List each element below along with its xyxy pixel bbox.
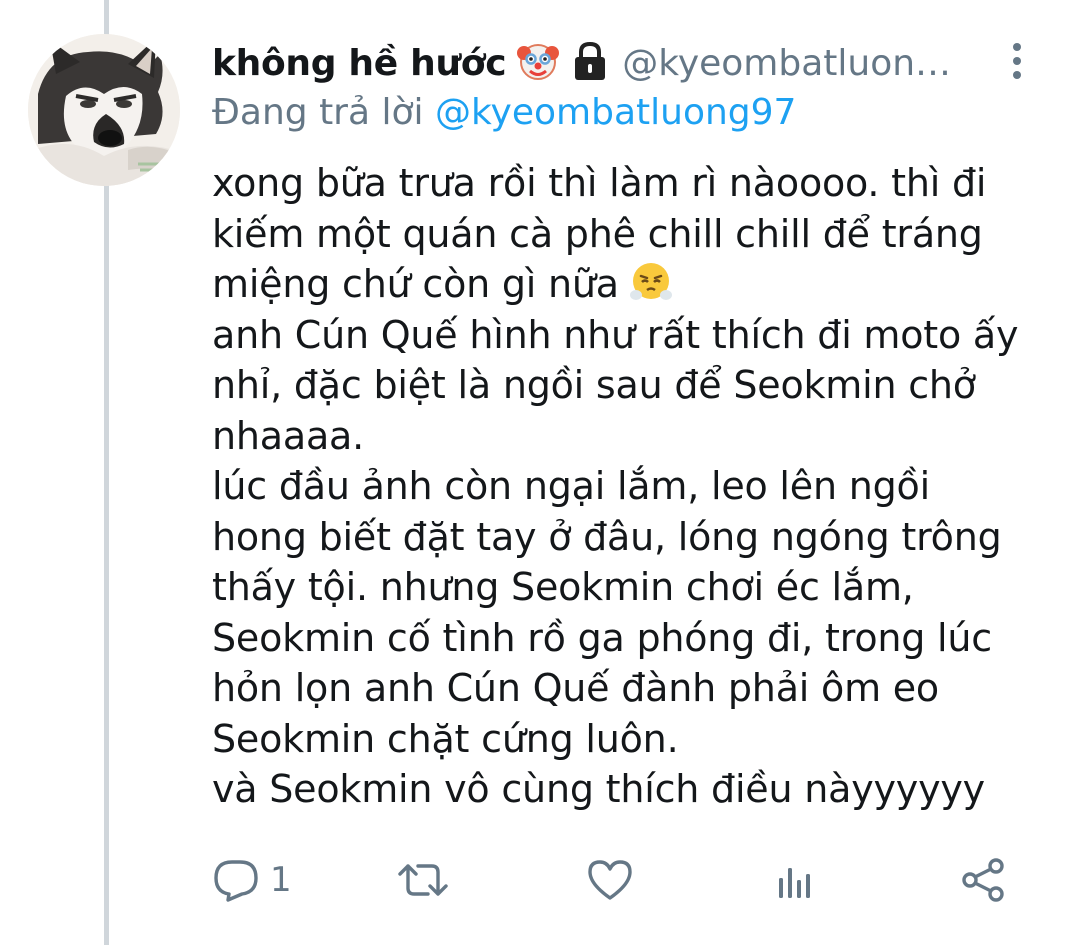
- tweet-text-line: hong biết đặt tay ở đâu, lóng ngóng trôn…: [212, 514, 1002, 559]
- share-icon: [960, 858, 1006, 902]
- handle[interactable]: @kyeombatluon…: [622, 43, 951, 84]
- analytics-icon: [774, 860, 814, 900]
- tweet-actions: 1: [212, 852, 1032, 908]
- clown-face-emoji: [516, 39, 560, 87]
- like-button[interactable]: [586, 852, 634, 908]
- avatar[interactable]: [28, 34, 180, 186]
- tweet-header: không hề hước @kyeombatluon…: [212, 36, 1002, 90]
- heart-icon: [586, 858, 634, 902]
- tweet-text-line-content: miệng chứ còn gì nữa: [212, 262, 619, 306]
- display-name[interactable]: không hề hước: [212, 43, 507, 84]
- tweet-text-line: nhỉ, đặc biệt là ngồi sau để Seokmin chở: [212, 363, 976, 407]
- reply-context: Đang trả lời @kyeombatluong97: [212, 92, 796, 133]
- tweet-text-line: Seokmin chặt cứng luôn.: [212, 716, 679, 761]
- analytics-button[interactable]: [774, 852, 814, 908]
- retweet-icon: [396, 860, 450, 900]
- reply-prefix: Đang trả lời: [212, 92, 424, 133]
- tweet-text-line: thấy tội. nhưng Seokmin chơi éc lắm,: [212, 565, 914, 609]
- reply-icon: [212, 858, 260, 902]
- tweet-text-line: hỏn lọn anh Cún Quế đành phải ôm eo: [212, 666, 939, 710]
- lock-icon: [570, 40, 610, 86]
- tweet-text-line: nhaaaa.: [212, 413, 364, 458]
- tweet-text-line: xong bữa trưa rồi thì làm rì nàoooo. thì…: [212, 161, 987, 205]
- reply-count: 1: [270, 860, 292, 900]
- tweet-text-line: anh Cún Quế hình như rất thích đi moto ấ…: [212, 312, 1019, 357]
- reply-button[interactable]: 1: [212, 852, 292, 908]
- face-with-steam-from-nose-emoji: [629, 259, 673, 316]
- reply-mention-link[interactable]: @kyeombatluong97: [435, 92, 796, 133]
- retweet-button[interactable]: [396, 852, 450, 908]
- tweet-text-line: lúc đầu ảnh còn ngại lắm, leo lên ngồi: [212, 464, 930, 508]
- tweet-text-line: Seokmin cố tình rồ ga phóng đi, trong lú…: [212, 615, 992, 660]
- share-button[interactable]: [960, 852, 1006, 908]
- more-options-icon[interactable]: [1000, 38, 1034, 84]
- husky-avatar-image: [28, 34, 180, 186]
- tweet-text-line: miệng chứ còn gì nữa: [212, 259, 1052, 310]
- tweet-text-line: và Seokmin vô cùng thích điều nàyyyyyy: [212, 767, 985, 811]
- tweet-text-line: kiếm một quán cà phê chill chill để trán…: [212, 211, 983, 256]
- tweet-text: xong bữa trưa rồi thì làm rì nàoooo. thì…: [212, 158, 1052, 815]
